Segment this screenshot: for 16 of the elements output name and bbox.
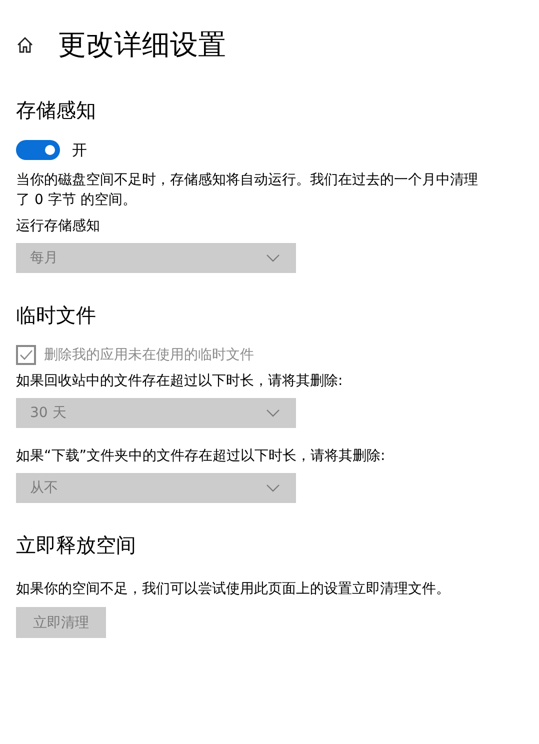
section-heading: 临时文件	[16, 303, 97, 327]
section-heading: 立即释放空间	[16, 533, 137, 557]
chevron-down-icon	[266, 409, 280, 417]
description-text: 如果你的空间不足，我们可以尝试使用此页面上的设置立即清理文件。	[16, 580, 451, 599]
chevron-down-icon	[266, 484, 280, 492]
toggle-label: 开	[72, 140, 87, 160]
description-text: 当你的磁盘空间不足时，存储感知将自动运行。我们在过去的一个月中清理了 0 字节 的空间。	[16, 171, 478, 210]
field-label: 如果回收站中的文件存在超过以下时长，请将其删除:	[16, 372, 344, 391]
chevron-down-icon	[266, 254, 280, 262]
home-icon[interactable]	[16, 36, 34, 54]
field-label: 运行存储感知	[16, 217, 101, 236]
checkbox-label: 删除我的应用未在使用的临时文件	[44, 346, 254, 364]
field-label: 如果“下载”文件夹中的文件存在超过以下时长，请将其删除:	[16, 447, 386, 466]
section-heading: 存储感知	[16, 98, 97, 122]
toggle-switch[interactable]	[16, 140, 60, 160]
page-title: 更改详细设置	[58, 27, 226, 63]
